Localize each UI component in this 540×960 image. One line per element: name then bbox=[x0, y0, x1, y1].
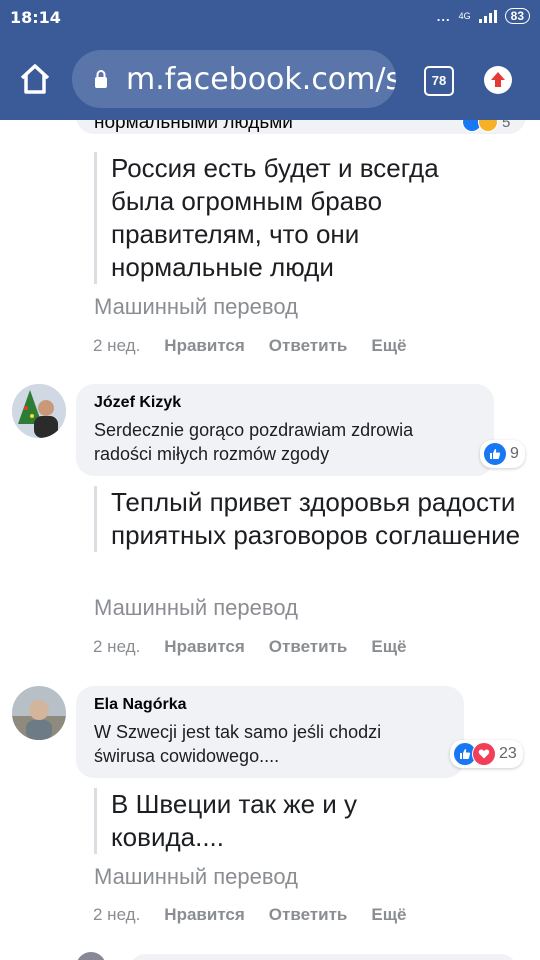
status-time: 18:14 bbox=[10, 8, 61, 27]
lock-icon bbox=[95, 70, 107, 88]
reply-button[interactable]: Ответить bbox=[269, 336, 348, 356]
reaction-summary[interactable]: 23 bbox=[450, 740, 523, 768]
battery-icon: 83 bbox=[504, 8, 530, 24]
more-button[interactable]: Ещё bbox=[371, 336, 406, 356]
like-reaction-icon bbox=[483, 442, 507, 466]
notification-dots: ... bbox=[436, 8, 451, 24]
comment-bubble bbox=[128, 954, 518, 960]
comment-text: Serdecznie gorąco pozdrawiam zdrowia rad… bbox=[94, 420, 414, 464]
url-text: m.facebook.com/s bbox=[126, 62, 396, 97]
reaction-summary[interactable]: 5 bbox=[462, 120, 510, 132]
comment-time[interactable]: 2 нед. bbox=[93, 637, 140, 657]
signal-icon bbox=[478, 9, 497, 23]
avatar-photo bbox=[12, 384, 66, 438]
avatar[interactable] bbox=[76, 952, 106, 960]
machine-translation-label[interactable]: Машинный перевод bbox=[94, 864, 298, 890]
status-bar: 18:14 ... 4G 83 bbox=[0, 0, 540, 36]
like-button[interactable]: Нравится bbox=[164, 637, 245, 657]
machine-translation-label[interactable]: Машинный перевод bbox=[94, 294, 298, 320]
comment-actions: 2 нед. Нравится Ответить Ещё bbox=[93, 637, 407, 657]
comments-feed: нормальными людьми 5 Россия есть будет и… bbox=[0, 120, 540, 960]
like-button[interactable]: Нравится bbox=[164, 336, 245, 356]
status-icons: ... 4G 83 bbox=[437, 8, 530, 24]
reply-button[interactable]: Ответить bbox=[269, 905, 348, 925]
comment-actions: 2 нед. Нравится Ответить Ещё bbox=[93, 905, 407, 925]
like-button[interactable]: Нравится bbox=[164, 905, 245, 925]
address-bar[interactable]: m.facebook.com/s bbox=[72, 50, 396, 108]
reaction-count: 23 bbox=[499, 745, 517, 762]
comment-actions: 2 нед. Нравится Ответить Ещё bbox=[93, 336, 407, 356]
home-icon[interactable] bbox=[18, 62, 52, 96]
more-button[interactable]: Ещё bbox=[371, 905, 406, 925]
avatar[interactable] bbox=[12, 686, 66, 740]
comment-bubble: Józef Kizyk Serdecznie gorąco pozdrawiam… bbox=[76, 384, 494, 476]
tab-switcher-button[interactable]: 78 bbox=[424, 66, 454, 96]
love-reaction-icon bbox=[472, 742, 496, 766]
translated-text: Теплый привет здоровья радости приятных … bbox=[94, 486, 521, 552]
browser-toolbar: m.facebook.com/s 78 bbox=[0, 36, 540, 120]
translated-text: В Швеции так же и у ковида.... bbox=[94, 788, 431, 854]
haha-reaction-icon bbox=[478, 120, 498, 132]
reply-button[interactable]: Ответить bbox=[269, 637, 348, 657]
update-button[interactable] bbox=[484, 66, 512, 94]
reaction-summary[interactable]: 9 bbox=[480, 440, 525, 468]
translated-text: Россия есть будет и всегда была огромным… bbox=[94, 152, 491, 284]
comment-text: нормальными людьми bbox=[94, 120, 293, 133]
comment-author[interactable]: Józef Kizyk bbox=[94, 394, 476, 412]
reaction-count: 5 bbox=[502, 120, 511, 131]
more-button[interactable]: Ещё bbox=[371, 637, 406, 657]
comment-text: W Szwecji jest tak samo jeśli chodzi świ… bbox=[94, 722, 382, 766]
comment-time[interactable]: 2 нед. bbox=[93, 336, 140, 356]
reaction-count: 9 bbox=[510, 445, 519, 462]
comment-bubble: Ela Nagórka W Szwecji jest tak samo jeśl… bbox=[76, 686, 464, 778]
machine-translation-label[interactable]: Машинный перевод bbox=[94, 595, 298, 621]
comment-time[interactable]: 2 нед. bbox=[93, 905, 140, 925]
comment-author[interactable]: Ela Nagórka bbox=[94, 696, 446, 714]
avatar[interactable] bbox=[12, 384, 66, 438]
arrow-up-icon bbox=[491, 72, 505, 87]
network-type: 4G bbox=[458, 11, 471, 21]
avatar-photo bbox=[12, 686, 66, 740]
